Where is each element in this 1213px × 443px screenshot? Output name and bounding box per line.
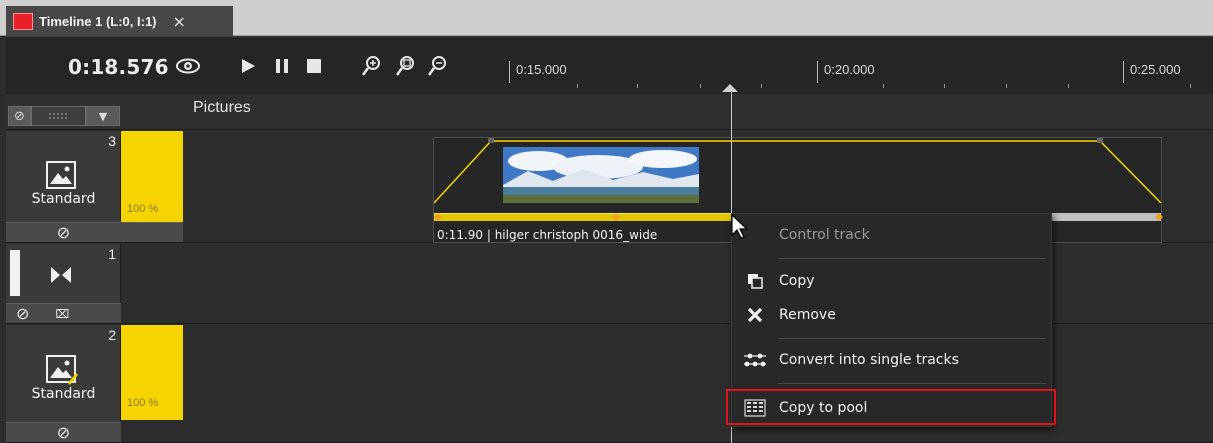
ruler-tick [1068,84,1069,88]
track-header[interactable]: 3 Standard ⊘ [6,131,121,242]
volume-percent: 100 % [127,397,159,409]
eye-icon[interactable] [174,53,202,79]
menu-item-control-track: Control track [732,218,1053,252]
highlight-annotation [726,389,1056,425]
none-icon: ⊘ [14,108,25,124]
track-number: 2 [108,327,116,343]
volume-meter[interactable]: 100 % [121,325,183,442]
remove-icon [737,304,773,326]
track-foot-controls: ⊘ ⌧ [6,303,121,323]
track-color-bar [10,250,20,296]
timecode-display: 0:18.576 [68,55,169,79]
menu-separator [778,258,1046,259]
timeline-window: Timeline 1 (L:0, I:1) × 0:18.576 0:15.00… [0,0,1213,443]
track-header[interactable]: 2 Standard ⊘ [6,325,121,442]
track-mute-button[interactable]: ⊘ [6,422,121,442]
track-number: 1 [108,246,116,262]
none-icon[interactable]: ⊘ [16,304,29,323]
tab-timeline-1[interactable]: Timeline 1 (L:0, I:1) × [6,6,233,36]
volume-foot [121,222,183,242]
zoom-in-icon[interactable] [358,53,386,79]
menu-item-convert-into-single-tracks[interactable]: Convert into single tracks [732,343,1053,377]
tab-color-swatch [13,12,33,30]
menu-item-label: Control track [779,227,870,243]
menu-item-label: Copy [779,273,815,289]
volume-percent: 100 % [127,203,159,215]
zoom-fit-icon[interactable] [392,53,420,79]
track-mode-label: Standard [31,191,96,207]
clip-label: 0:11.90 | hilger christoph 0016_wide [437,228,658,242]
menu-separator [778,383,1046,384]
menu-item-label: Convert into single tracks [779,352,959,368]
zoom-out-icon[interactable] [424,53,452,79]
ruler-tick [883,84,884,88]
play-icon[interactable] [234,53,262,79]
timeline-toolbar: 0:18.576 0:15.000 0:20.000 0:25.000 [6,36,1213,94]
transition-icon [51,267,71,283]
ruler-label-25: 0:25.000 [1123,61,1181,83]
mouse-cursor-icon [731,214,749,239]
track-header[interactable]: 1 ⊘ ⌧ [6,244,121,323]
none-icon: ⊘ [56,423,71,442]
ruler-tick [944,84,945,88]
menu-item-remove[interactable]: Remove [732,298,1053,332]
grid-icon [48,113,67,119]
track-blank-column [121,244,183,323]
track-options-dropdown[interactable]: ▼ [86,106,120,126]
stop-icon[interactable] [300,53,328,79]
ruler-tick [1006,84,1007,88]
tab-title: Timeline 1 (L:0, I:1) [39,13,157,29]
track-section-header: ⊘ ▼ Pictures [6,95,1213,130]
track-mute-button[interactable]: ⊘ [6,222,121,242]
ruler-label-15: 0:15.000 [509,61,567,83]
image-track-icon [46,161,76,189]
volume-meter[interactable]: 100 % [121,131,183,242]
ruler-label-20: 0:20.000 [817,61,875,83]
track-mode-label: Standard [31,386,96,402]
chevron-down-icon: ▼ [98,109,108,123]
pause-icon[interactable] [268,53,296,79]
ruler-tick [761,84,762,88]
none-icon: ⊘ [56,223,71,242]
grid-toggle-button[interactable] [31,106,86,126]
ruler-tick [1190,84,1191,88]
convert-tracks-icon [737,349,773,371]
ruler-tick [700,84,701,88]
menu-item-label: Remove [779,307,836,323]
track-number: 3 [108,133,116,149]
image-edit-track-icon [46,355,78,385]
section-title: Pictures [193,99,251,116]
track-lock-icon[interactable]: ⌧ [55,307,69,321]
ruler-tick [637,84,638,88]
playhead-marker-icon[interactable] [720,81,740,93]
clip-thumbnail [503,147,699,203]
menu-item-copy[interactable]: Copy [732,264,1053,298]
close-icon[interactable]: × [173,12,186,31]
tab-strip: Timeline 1 (L:0, I:1) × [0,0,1213,36]
copy-icon [737,270,773,292]
mute-all-button[interactable]: ⊘ [8,106,31,126]
menu-separator [778,338,1046,339]
ruler-tick [577,84,578,88]
